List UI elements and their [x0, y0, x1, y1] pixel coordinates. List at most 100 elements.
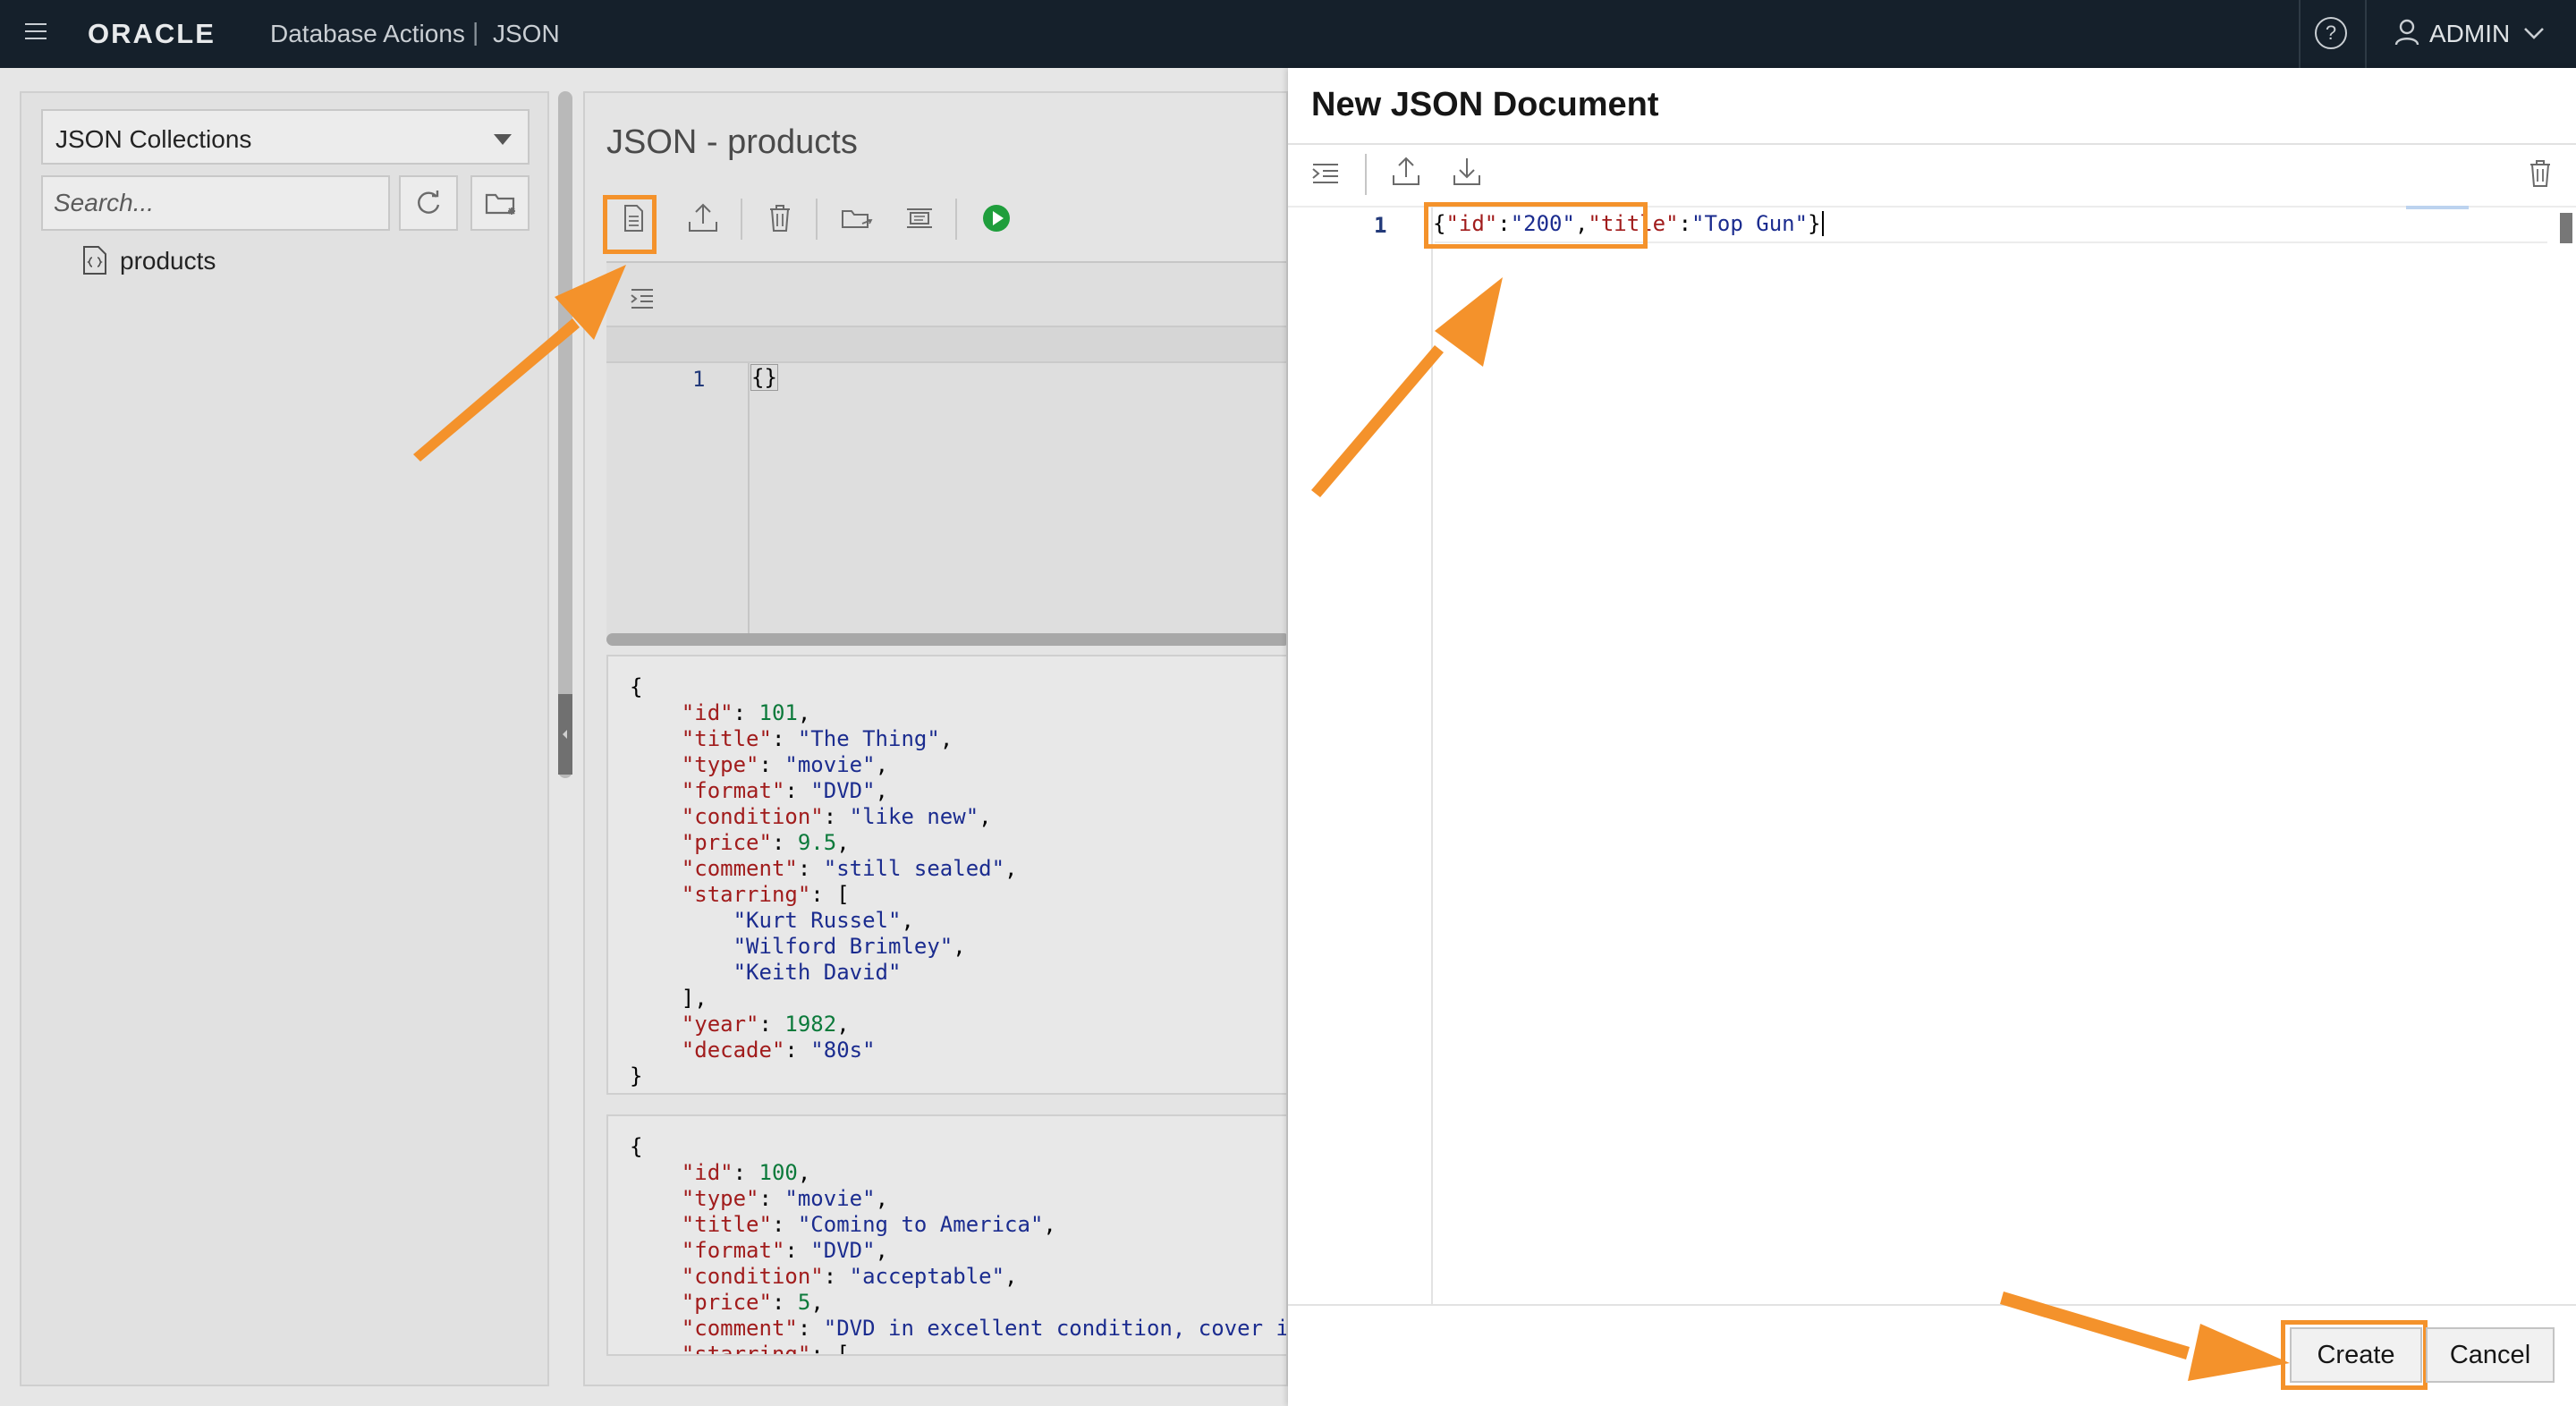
json-token: ,: [875, 1186, 889, 1211]
collection-item-label: products: [120, 247, 216, 275]
user-menu[interactable]: ADMIN: [2429, 20, 2510, 48]
json-token: "DVD in excellent condition, cover i: [823, 1316, 1288, 1341]
format-icon: [1312, 164, 1338, 183]
collection-search-input[interactable]: [41, 175, 390, 231]
json-line: ],: [630, 986, 1286, 1012]
json-token: "movie": [784, 1186, 876, 1211]
json-token: ,: [836, 1012, 850, 1037]
json-token: "DVD": [810, 1238, 876, 1263]
cancel-button[interactable]: Cancel: [2426, 1327, 2555, 1383]
result-document-card[interactable]: { "id": 100, "type": "movie", "title": "…: [606, 1114, 1288, 1356]
json-token: :: [823, 1264, 850, 1289]
json-token: "price": [681, 830, 772, 855]
json-token: "Keith David": [733, 960, 902, 985]
line-number-gutter: [606, 363, 750, 639]
toolbar-divider: [1365, 154, 1367, 195]
json-line: "title": "The Thing",: [630, 726, 1286, 752]
new-collection-button[interactable]: [470, 175, 530, 231]
folder-open-icon: [842, 210, 873, 228]
json-token: 1982: [784, 1012, 837, 1037]
query-builder-button[interactable]: [900, 199, 939, 238]
refresh-button[interactable]: [399, 175, 458, 231]
json-token: "comment": [681, 1316, 798, 1341]
json-line: "type": "movie",: [630, 1186, 1286, 1212]
line-number: 1: [692, 367, 706, 392]
delete-button[interactable]: [760, 199, 800, 238]
json-token: ,: [797, 1160, 811, 1185]
json-token: "starring": [681, 882, 811, 907]
editor-vertical-scrollbar[interactable]: [2549, 208, 2576, 1304]
json-token: :: [771, 726, 798, 751]
format-icon[interactable]: [626, 283, 658, 315]
json-token: "type": [681, 752, 759, 777]
json-token: "title": [681, 1212, 772, 1237]
json-token: "still sealed": [823, 856, 1005, 881]
json-token: "title": [681, 726, 772, 751]
json-line: "Keith David": [630, 960, 1286, 986]
download-button[interactable]: [1449, 154, 1485, 190]
json-token: "price": [681, 1290, 772, 1315]
open-folder-button[interactable]: [837, 199, 877, 238]
panel-scrollbar[interactable]: [558, 91, 572, 778]
format-button[interactable]: [1308, 156, 1343, 191]
new-folder-icon: [485, 193, 515, 215]
help-icon[interactable]: ?: [2315, 17, 2347, 49]
query-code[interactable]: {}: [750, 364, 778, 391]
json-token: :: [797, 856, 824, 881]
json-token: ,: [875, 778, 888, 803]
json-token: : [: [810, 882, 850, 907]
top-bar: ORACLE Database Actions | JSON ? ADMIN: [0, 0, 2576, 68]
json-line: "price": 9.5,: [630, 830, 1286, 856]
collection-workspace: JSON - products 1 {} {"id": 101, "title…: [583, 91, 1288, 1386]
dialog-title: New JSON Document: [1311, 86, 1659, 123]
json-token: :: [1678, 211, 1692, 236]
json-line: {: [630, 1134, 1286, 1160]
query-editor[interactable]: 1 {}: [606, 261, 1286, 639]
highlight-json-input: [1424, 202, 1648, 249]
upload-button[interactable]: [1388, 154, 1424, 190]
json-token: "id": [681, 1160, 733, 1185]
json-token: "80s": [810, 1038, 876, 1063]
divider: [1288, 1304, 2576, 1306]
upload-button[interactable]: [683, 199, 723, 238]
json-line: "year": 1982,: [630, 1012, 1286, 1038]
chevron-down-icon[interactable]: [2521, 20, 2547, 47]
result-document-card[interactable]: { "id": 101, "title": "The Thing", "type…: [606, 655, 1286, 1095]
json-token: 101: [758, 700, 798, 725]
json-token: "Kurt Russel": [733, 908, 902, 933]
json-token: :: [784, 1038, 811, 1063]
upload-icon: [1393, 157, 1419, 185]
json-token: "decade": [681, 1038, 785, 1063]
json-token: }: [630, 1063, 643, 1088]
menu-icon[interactable]: [25, 23, 47, 43]
toolbar-divider: [955, 199, 957, 240]
json-line: "type": "movie",: [630, 752, 1286, 778]
json-line: "comment": "DVD in excellent condition, …: [630, 1316, 1288, 1342]
json-token: "Top Gun": [1691, 211, 1809, 236]
json-token: ,: [810, 1290, 824, 1315]
json-token: "condition": [681, 804, 824, 829]
json-token: "comment": [681, 856, 798, 881]
json-line: "starring": [: [630, 882, 1286, 908]
json-token: ,: [1004, 856, 1018, 881]
collection-type-select[interactable]: JSON Collections: [41, 109, 530, 165]
panel-collapse-handle[interactable]: [558, 694, 572, 775]
highlight-create-button: [2281, 1320, 2428, 1390]
json-token: :: [771, 830, 798, 855]
run-query-button[interactable]: [977, 199, 1016, 238]
editor-horizontal-scrollbar[interactable]: [606, 633, 1286, 646]
user-icon[interactable]: [2394, 18, 2420, 47]
json-token: {: [630, 674, 643, 699]
clear-button[interactable]: [2522, 156, 2558, 191]
